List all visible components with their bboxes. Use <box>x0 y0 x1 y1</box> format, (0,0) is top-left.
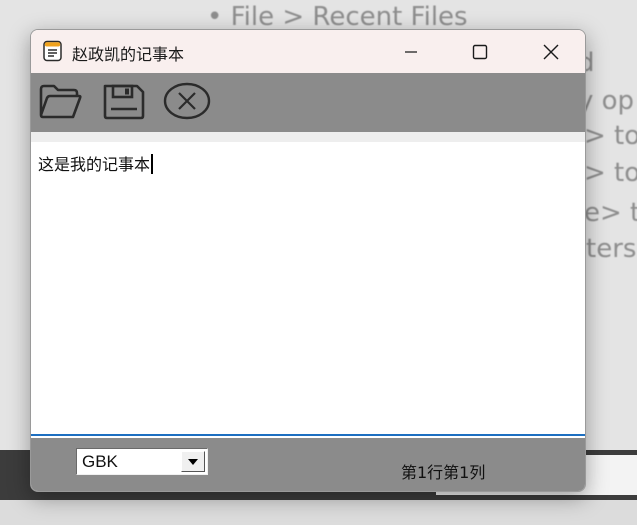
close-icon <box>543 44 559 60</box>
open-file-button[interactable] <box>36 82 86 124</box>
editor-top-strip <box>31 132 585 142</box>
floppy-disk-icon <box>101 81 147 125</box>
close-file-button[interactable] <box>162 82 212 124</box>
status-bar: GBK 第1行第1列 <box>31 438 585 491</box>
cursor-position: 第1行第1列 <box>401 463 486 482</box>
background-text: > to <box>584 158 637 188</box>
background-text: y op <box>578 86 635 116</box>
background-text: ters <box>586 234 637 264</box>
dropdown-arrow-icon[interactable] <box>181 451 205 472</box>
editor-content[interactable]: 这是我的记事本 <box>38 151 154 175</box>
save-file-button[interactable] <box>99 82 149 124</box>
background-panel <box>0 500 637 525</box>
folder-open-icon <box>38 81 84 125</box>
encoding-value: GBK <box>82 452 118 471</box>
minimize-button[interactable] <box>388 30 434 73</box>
notepad-icon <box>42 40 64 62</box>
notepad-window: 赵政凯的记事本 这是我的记事本 GBK 第1行第1列 <box>30 29 586 492</box>
minimize-icon <box>404 45 418 59</box>
toolbar <box>31 73 585 132</box>
editor-text: 这是我的记事本 <box>38 155 151 174</box>
text-caret <box>151 154 154 174</box>
maximize-button[interactable] <box>457 30 503 73</box>
circle-x-icon <box>162 81 212 125</box>
text-editor[interactable]: 这是我的记事本 <box>31 142 585 436</box>
maximize-icon <box>472 44 488 60</box>
background-text: > to <box>584 121 637 151</box>
background-text: • File > Recent Files <box>207 2 468 32</box>
background-text: e> t <box>584 198 637 228</box>
close-button[interactable] <box>528 30 574 73</box>
window-title: 赵政凯的记事本 <box>72 45 185 64</box>
title-bar[interactable]: 赵政凯的记事本 <box>31 30 585 73</box>
encoding-select[interactable]: GBK <box>76 448 208 475</box>
